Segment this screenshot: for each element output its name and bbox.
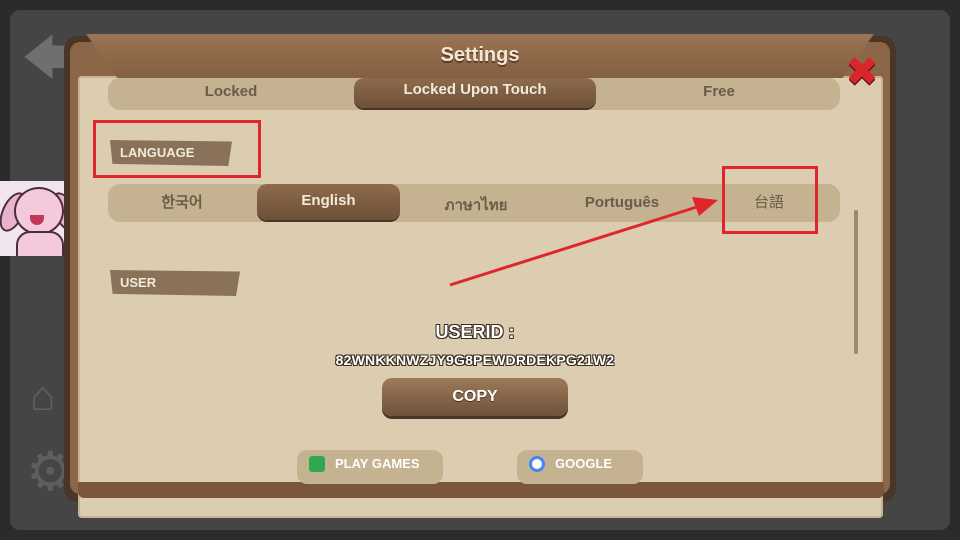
google-label: GOOGLE <box>555 456 613 471</box>
google-button[interactable]: GOOGLE <box>517 450 643 484</box>
annotation-box-taiwanese <box>722 166 818 234</box>
annotation-box-language <box>93 120 261 178</box>
copy-button[interactable]: COPY <box>382 378 568 416</box>
play-games-button[interactable]: PLAY GAMES <box>297 450 443 484</box>
language-option-portuguese[interactable]: Português <box>550 192 694 214</box>
play-games-label: PLAY GAMES <box>335 456 420 471</box>
user-section-label: USER <box>110 270 240 296</box>
language-option-korean[interactable]: 한국어 <box>110 192 254 214</box>
control-option-locked[interactable]: Locked <box>110 82 352 102</box>
scrollbar[interactable] <box>854 210 858 354</box>
control-option-locked-upon-touch[interactable]: Locked Upon Touch <box>354 78 596 108</box>
userid-value: 82WNKKNWZJY9G8PEWDRDEKPG21W2 <box>335 352 615 368</box>
language-option-thai[interactable]: ภาษาไทย <box>404 195 548 217</box>
userid-label: USERID : <box>435 322 515 342</box>
google-icon <box>529 456 545 472</box>
control-option-free[interactable]: Free <box>598 82 840 102</box>
play-games-icon <box>309 456 325 472</box>
language-option-english[interactable]: English <box>257 184 400 220</box>
